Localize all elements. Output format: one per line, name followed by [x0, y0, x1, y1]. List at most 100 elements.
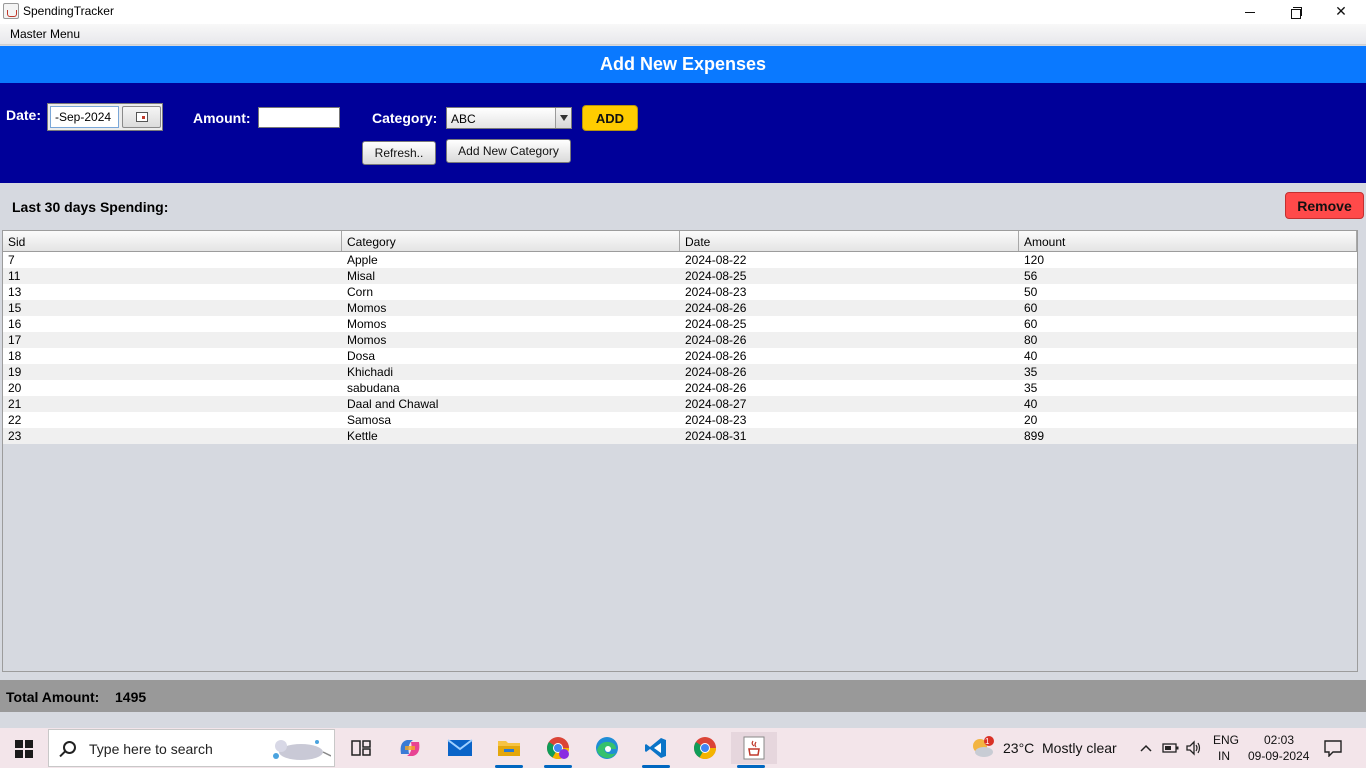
cell-amount: 80	[1024, 333, 1038, 347]
date-label: Date:	[6, 107, 42, 123]
cell-amount: 899	[1024, 429, 1045, 443]
title-bar: SpendingTracker ✕	[0, 0, 1366, 24]
close-icon: ✕	[1335, 4, 1347, 20]
add-new-category-button[interactable]: Add New Category	[446, 139, 571, 163]
remove-button[interactable]: Remove	[1285, 192, 1364, 219]
table-row[interactable]: 20 sabudana 2024-08-26 35	[3, 380, 1357, 396]
table-row[interactable]: 11 Misal 2024-08-25 56	[3, 268, 1357, 284]
table-row[interactable]: 17 Momos 2024-08-26 80	[3, 332, 1357, 348]
cell-date: 2024-08-22	[685, 253, 747, 267]
speaker-icon[interactable]	[1185, 740, 1203, 756]
spending-label: Last 30 days Spending:	[12, 199, 169, 215]
cell-date: 2024-08-23	[685, 285, 747, 299]
table-header: Sid Category Date Amount	[3, 231, 1357, 252]
weather-text[interactable]: Mostly clear	[1042, 740, 1117, 756]
refresh-button[interactable]: Refresh..	[362, 141, 436, 165]
file-explorer-icon[interactable]	[489, 732, 529, 768]
cell-date: 2024-08-26	[685, 349, 747, 363]
expenses-table: Sid Category Date Amount 7 Apple 2024-08-2…	[2, 230, 1358, 672]
minimize-icon	[1245, 11, 1255, 13]
cell-sid: 22	[8, 413, 22, 427]
add-expense-form: Date: -Sep-2024 Amount: Category: ABC AD…	[0, 83, 1366, 183]
clock-time[interactable]: 02:03	[1264, 733, 1294, 747]
column-header-date[interactable]: Date	[680, 231, 1019, 251]
cell-category: Khichadi	[347, 365, 394, 379]
weather-temp[interactable]: 23°C	[1003, 740, 1034, 756]
cell-date: 2024-08-31	[685, 429, 747, 443]
windows-start-icon[interactable]	[15, 740, 33, 758]
weather-badge: 1	[985, 737, 990, 746]
clock-date[interactable]: 09-09-2024	[1248, 749, 1309, 763]
column-header-amount[interactable]: Amount	[1019, 231, 1357, 251]
close-button[interactable]: ✕	[1318, 0, 1364, 24]
table-row[interactable]: 7 Apple 2024-08-22 120	[3, 252, 1357, 268]
column-header-sid[interactable]: Sid	[3, 231, 342, 251]
cell-amount: 35	[1024, 381, 1038, 395]
search-placeholder: Type here to search	[89, 741, 213, 757]
notification-icon[interactable]	[1324, 739, 1342, 758]
table-row[interactable]: 13 Corn 2024-08-23 50	[3, 284, 1357, 300]
total-label: Total Amount:	[6, 689, 100, 705]
category-select[interactable]: ABC	[446, 107, 572, 129]
table-row[interactable]: 22 Samosa 2024-08-23 20	[3, 412, 1357, 428]
cell-date: 2024-08-26	[685, 365, 747, 379]
vscode-icon[interactable]	[636, 732, 676, 768]
cell-category: sabudana	[347, 381, 400, 395]
weather-icon[interactable]	[970, 736, 996, 760]
language-bottom[interactable]: IN	[1218, 749, 1230, 763]
cell-category: Momos	[347, 317, 387, 331]
category-select-value: ABC	[451, 112, 476, 126]
restore-button[interactable]	[1273, 0, 1319, 24]
cell-category: Dosa	[347, 349, 376, 363]
taskbar-search[interactable]: Type here to search	[48, 729, 335, 767]
search-highlight-doodle-icon	[273, 740, 331, 760]
minimize-button[interactable]	[1227, 0, 1273, 24]
task-view-icon[interactable]	[341, 732, 381, 764]
category-label: Category:	[372, 110, 438, 126]
cell-date: 2024-08-26	[685, 381, 747, 395]
amount-input[interactable]	[258, 107, 340, 128]
table-row[interactable]: 23 Kettle 2024-08-31 899	[3, 428, 1357, 444]
column-header-category[interactable]: Category	[342, 231, 680, 251]
cell-date: 2024-08-26	[685, 333, 747, 347]
dropdown-arrow-icon[interactable]	[555, 108, 571, 128]
cell-amount: 60	[1024, 317, 1038, 331]
chrome-icon[interactable]	[685, 732, 725, 764]
java-icon[interactable]	[731, 732, 777, 768]
add-button[interactable]: ADD	[582, 105, 638, 131]
amount-label: Amount:	[193, 110, 251, 126]
edge-icon[interactable]	[587, 732, 627, 764]
cell-sid: 11	[8, 269, 21, 283]
cell-date: 2024-08-25	[685, 317, 747, 331]
language-top[interactable]: ENG	[1213, 733, 1239, 747]
copilot-icon[interactable]	[390, 732, 430, 764]
battery-icon[interactable]	[1162, 741, 1180, 755]
chrome-profile-icon[interactable]	[538, 732, 578, 768]
table-row[interactable]: 15 Momos 2024-08-26 60	[3, 300, 1357, 316]
cell-sid: 13	[8, 285, 22, 299]
table-row[interactable]: 18 Dosa 2024-08-26 40	[3, 348, 1357, 364]
cell-sid: 15	[8, 301, 22, 315]
table-row[interactable]: 16 Momos 2024-08-25 60	[3, 316, 1357, 332]
cell-category: Momos	[347, 301, 387, 315]
cell-amount: 20	[1024, 413, 1038, 427]
cell-sid: 16	[8, 317, 22, 331]
cell-amount: 40	[1024, 397, 1038, 411]
cell-sid: 19	[8, 365, 22, 379]
cell-category: Kettle	[347, 429, 378, 443]
date-input[interactable]: -Sep-2024	[50, 106, 119, 128]
table-row[interactable]: 21 Daal and Chawal 2024-08-27 40	[3, 396, 1357, 412]
menu-bar: Master Menu	[0, 24, 1366, 45]
page-title: Add New Expenses	[599, 54, 767, 74]
cell-amount: 120	[1024, 253, 1045, 267]
restore-icon	[1291, 7, 1302, 19]
calendar-button[interactable]	[122, 106, 161, 128]
cell-date: 2024-08-23	[685, 413, 747, 427]
cell-category: Apple	[347, 253, 378, 267]
master-menu[interactable]: Master Menu	[10, 27, 80, 41]
date-picker: -Sep-2024	[47, 103, 163, 131]
chevron-up-icon[interactable]	[1139, 741, 1153, 755]
cell-category: Corn	[347, 285, 374, 299]
mail-icon[interactable]	[440, 732, 480, 764]
table-row[interactable]: 19 Khichadi 2024-08-26 35	[3, 364, 1357, 380]
